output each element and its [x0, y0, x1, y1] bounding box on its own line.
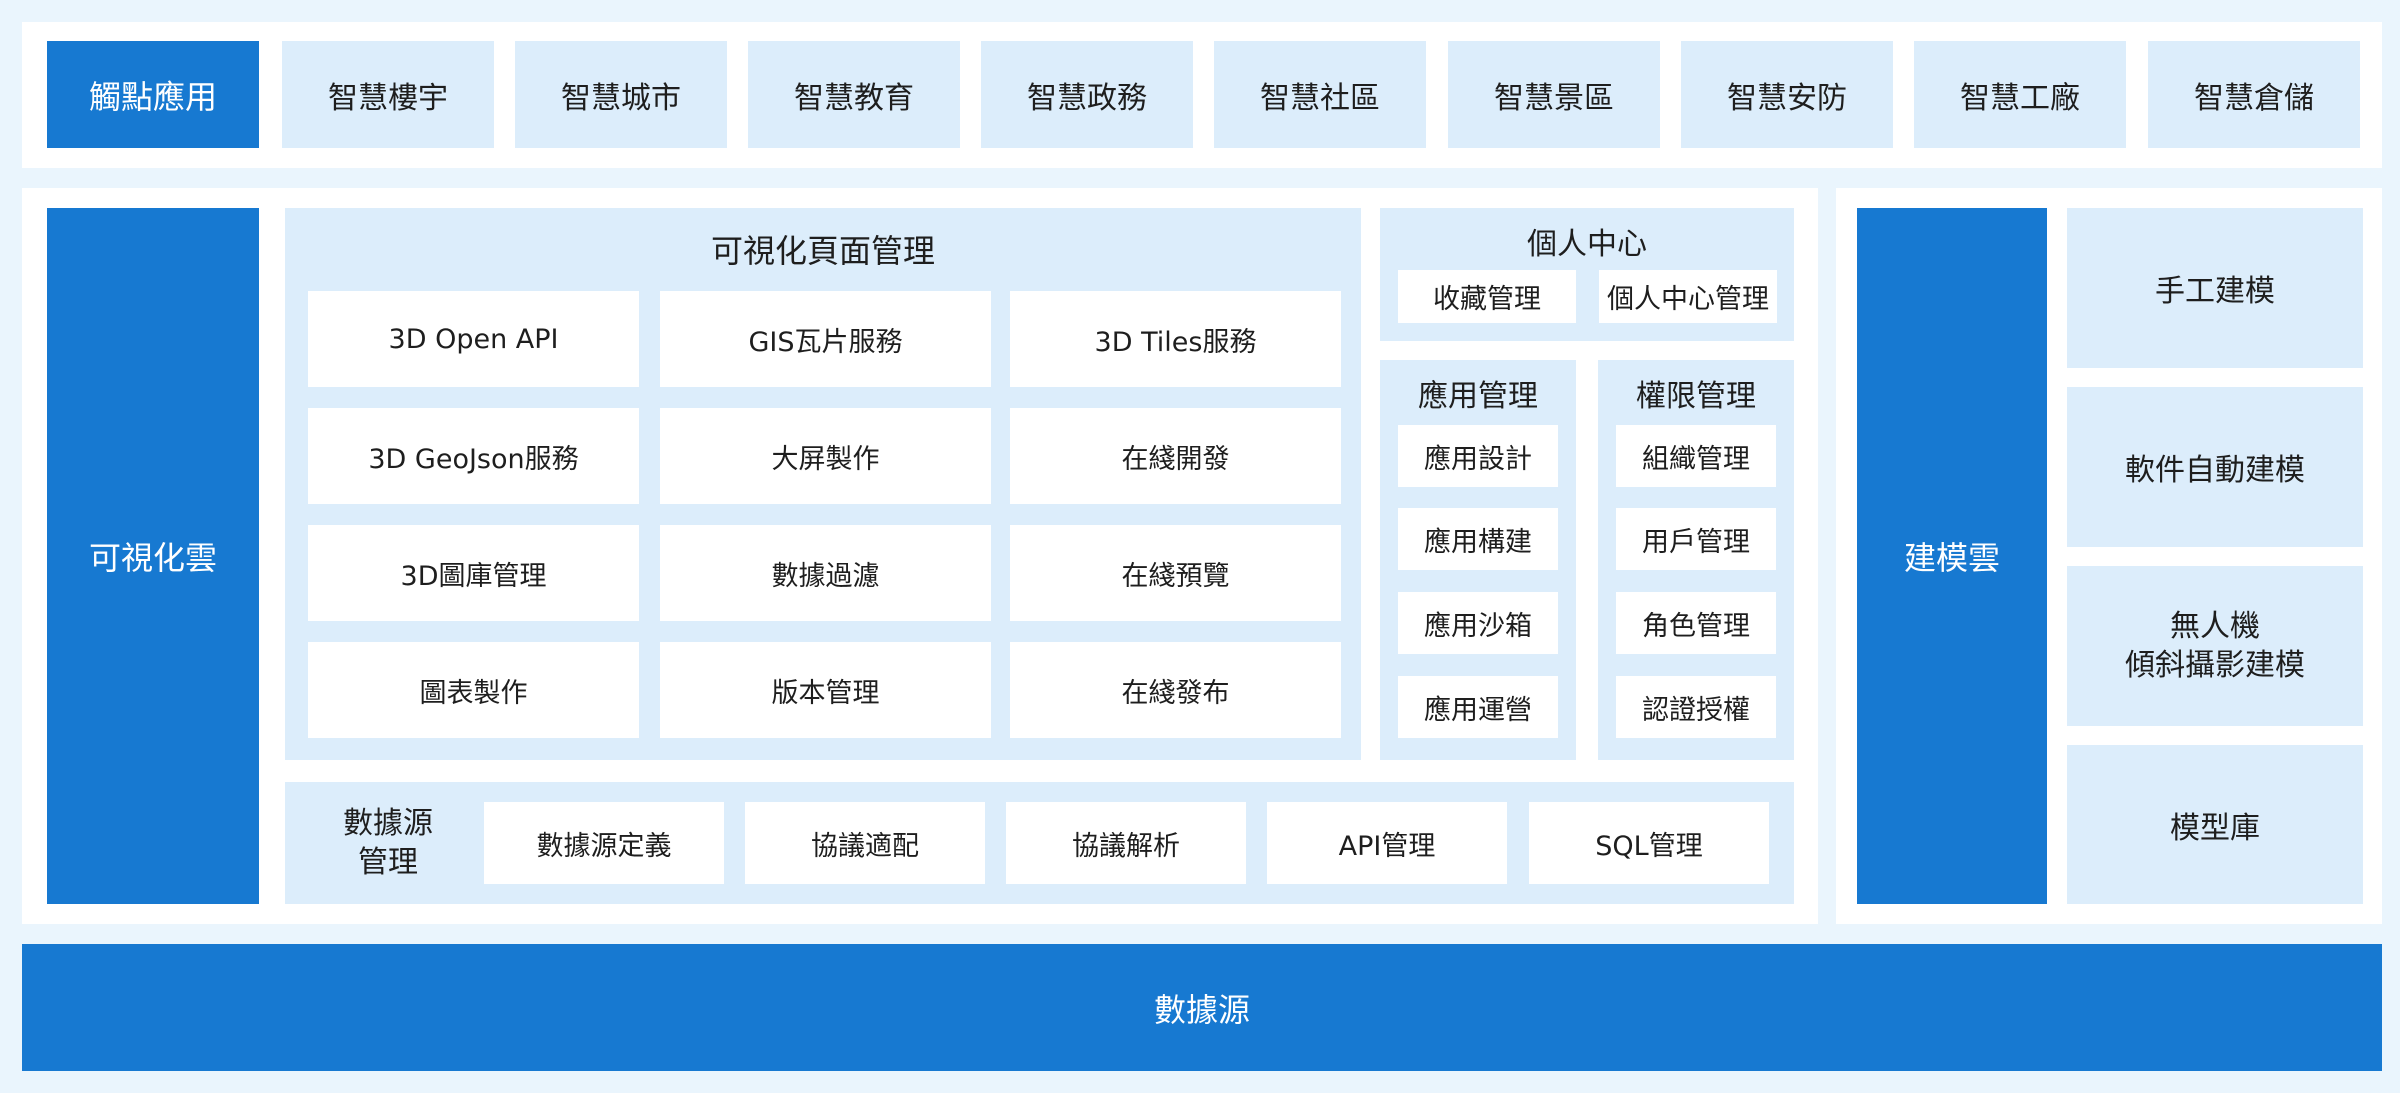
- datasource-management-title: 數據源 管理: [343, 806, 433, 880]
- permission-item-organization: 組織管理: [1616, 425, 1776, 487]
- touchpoint-item-smart-government: 智慧政務: [981, 41, 1193, 148]
- app-item-sandbox: 應用沙箱: [1398, 592, 1558, 654]
- page-item-online-preview: 在綫預覽: [1010, 525, 1341, 621]
- modeling-item-model-library: 模型庫: [2067, 745, 2363, 904]
- page-item-3d-tiles-service: 3D Tiles服務: [1010, 291, 1341, 387]
- personal-item-favorites: 收藏管理: [1398, 270, 1576, 323]
- page-item-online-dev: 在綫開發: [1010, 408, 1341, 504]
- modeling-item-manual: 手工建模: [2067, 208, 2363, 368]
- app-item-operation: 應用運營: [1398, 676, 1558, 738]
- page-item-3d-geojson-service: 3D GeoJson服務: [308, 408, 639, 504]
- viz-cloud-title: 可視化雲: [47, 208, 259, 904]
- permission-item-users: 用戶管理: [1616, 508, 1776, 570]
- permission-item-auth: 認證授權: [1616, 676, 1776, 738]
- touchpoint-item-smart-warehouse: 智慧倉儲: [2148, 41, 2360, 148]
- datasource-bar: 數據源: [22, 944, 2382, 1071]
- datasource-item-sql-management: SQL管理: [1529, 802, 1769, 884]
- touchpoint-item-smart-security: 智慧安防: [1681, 41, 1893, 148]
- touchpoint-item-smart-factory: 智慧工廠: [1914, 41, 2126, 148]
- touchpoint-item-smart-education: 智慧教育: [748, 41, 960, 148]
- datasource-item-protocol-parse: 協議解析: [1006, 802, 1246, 884]
- page-item-big-screen: 大屏製作: [660, 408, 991, 504]
- page-management-title: 可視化頁面管理: [710, 232, 935, 270]
- permission-management-title: 權限管理: [1636, 379, 1756, 414]
- personal-center-title: 個人中心: [1527, 227, 1647, 262]
- page-item-3d-library: 3D圖庫管理: [308, 525, 639, 621]
- datasource-item-definition: 數據源定義: [484, 802, 724, 884]
- permission-item-roles: 角色管理: [1616, 592, 1776, 654]
- touchpoint-item-smart-scenic: 智慧景區: [1448, 41, 1660, 148]
- page-item-online-publish: 在綫發布: [1010, 642, 1341, 738]
- personal-item-personal-center-management: 個人中心管理: [1599, 270, 1777, 323]
- touchpoint-title: 觸點應用: [47, 41, 259, 148]
- touchpoint-item-smart-city: 智慧城市: [515, 41, 727, 148]
- datasource-item-api-management: API管理: [1267, 802, 1507, 884]
- touchpoint-item-smart-building: 智慧樓宇: [282, 41, 494, 148]
- app-item-design: 應用設計: [1398, 425, 1558, 487]
- modeling-item-software-auto: 軟件自動建模: [2067, 387, 2363, 547]
- datasource-item-protocol-adapter: 協議適配: [745, 802, 985, 884]
- touchpoint-item-smart-community: 智慧社區: [1214, 41, 1426, 148]
- page-item-gis-tile-service: GIS瓦片服務: [660, 291, 991, 387]
- app-management-title: 應用管理: [1418, 379, 1538, 414]
- page-item-data-filter: 數據過濾: [660, 525, 991, 621]
- app-item-build: 應用構建: [1398, 508, 1558, 570]
- modeling-cloud-title: 建模雲: [1857, 208, 2047, 904]
- page-item-chart-making: 圖表製作: [308, 642, 639, 738]
- page-item-3d-open-api: 3D Open API: [308, 291, 639, 387]
- modeling-item-drone-oblique: 無人機 傾斜攝影建模: [2067, 566, 2363, 726]
- page-item-version-management: 版本管理: [660, 642, 991, 738]
